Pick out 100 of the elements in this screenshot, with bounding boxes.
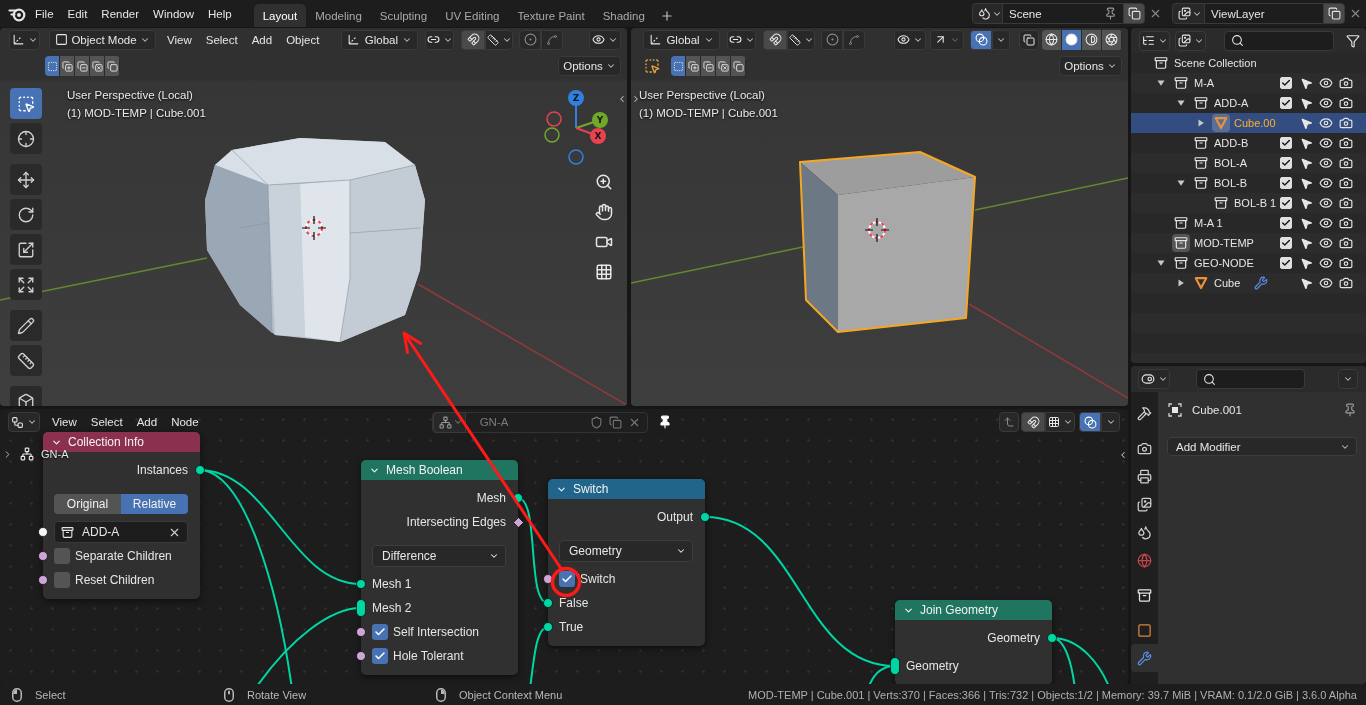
select-mode-button[interactable] <box>60 56 75 76</box>
workspace-tab[interactable]: Layout <box>253 4 307 27</box>
segment-button[interactable]: Relative <box>121 494 188 514</box>
outliner-row[interactable]: Scene Collection <box>1131 53 1366 73</box>
view-mode-button[interactable] <box>1175 30 1206 51</box>
shading-button[interactable] <box>1042 29 1062 50</box>
eye-icon[interactable] <box>1319 216 1333 230</box>
select-pointer-icon[interactable] <box>1299 256 1313 270</box>
select-pointer-icon[interactable] <box>1299 136 1313 150</box>
eye-icon[interactable] <box>1319 256 1333 270</box>
socket-dot-icon[interactable] <box>38 527 48 537</box>
camera-icon[interactable] <box>1339 96 1353 110</box>
select-mode-button[interactable] <box>701 56 716 76</box>
menu-item[interactable]: Edit <box>60 3 95 24</box>
view-layer-type-button[interactable] <box>1172 3 1205 24</box>
camera-icon[interactable] <box>1339 196 1354 210</box>
tool-button[interactable] <box>10 88 42 119</box>
socket-dot-icon[interactable] <box>356 579 366 589</box>
socket-diamond-icon[interactable] <box>512 516 524 528</box>
camera-icon[interactable] <box>1339 116 1353 130</box>
options-dropdown[interactable]: Options <box>558 56 621 76</box>
menu-item[interactable]: Node <box>164 412 206 432</box>
select-mode-button[interactable] <box>105 56 120 76</box>
menu-item[interactable]: Select <box>83 412 130 432</box>
orientation-dropdown[interactable]: Global <box>341 29 419 50</box>
workspace-tab[interactable]: Sculpting <box>370 4 437 27</box>
select-mode-button[interactable] <box>731 56 746 76</box>
snap-dropdown[interactable] <box>485 29 514 50</box>
falloff-dropdown[interactable] <box>541 29 564 50</box>
overlays-toggle[interactable] <box>970 29 992 50</box>
outliner-row[interactable]: ADD-A <box>1131 93 1366 113</box>
shading-button[interactable] <box>1062 29 1082 50</box>
falloff-dropdown[interactable] <box>843 29 865 50</box>
outliner-row[interactable]: MOD-TEMP <box>1131 233 1366 253</box>
tool-button[interactable] <box>10 269 42 300</box>
select-pointer-icon[interactable] <box>1299 176 1313 190</box>
node-card[interactable]: Join Geometry Geometry Geometry <box>895 600 1052 684</box>
socket-pill-icon[interactable] <box>890 657 900 675</box>
camera-icon[interactable] <box>1339 276 1353 290</box>
select-pointer-icon[interactable] <box>1299 276 1313 290</box>
axis-handle[interactable]: Z <box>568 90 584 129</box>
menu-item[interactable]: Help <box>201 3 239 24</box>
eye-icon[interactable] <box>1319 156 1333 170</box>
outliner-row[interactable]: GEO-NODE <box>1131 253 1366 273</box>
outliner-row[interactable]: Cube.00 <box>1131 113 1366 133</box>
collection-field[interactable]: ADD-A <box>54 521 188 543</box>
socket-pill-icon[interactable] <box>356 599 366 617</box>
socket-dot-icon[interactable] <box>1047 633 1057 643</box>
duplicate-button[interactable] <box>1123 3 1145 24</box>
outliner-row[interactable]: BOL-A <box>1131 153 1366 173</box>
shading-button[interactable] <box>1082 29 1102 50</box>
socket-dot-icon[interactable] <box>543 598 553 608</box>
select-mode-button[interactable] <box>75 56 90 76</box>
dropdown[interactable]: Difference <box>372 545 506 567</box>
hand-icon[interactable] <box>595 203 613 221</box>
camera-icon[interactable] <box>1339 236 1353 250</box>
axis-handle[interactable] <box>546 111 562 127</box>
chevron-left-icon[interactable] <box>617 94 627 104</box>
select-pointer-icon[interactable] <box>1299 76 1313 90</box>
outliner-row[interactable]: BOL-B 1 <box>1131 193 1366 213</box>
grid-icon[interactable] <box>595 263 613 281</box>
visibility-checkbox[interactable] <box>1280 157 1292 169</box>
plus-icon[interactable] <box>659 8 674 23</box>
menu-item[interactable]: Object <box>279 29 327 50</box>
snap-toggle[interactable] <box>461 29 486 50</box>
socket-dot-icon[interactable] <box>513 493 523 503</box>
socket-dot-icon[interactable] <box>700 512 710 522</box>
node-card[interactable]: Mesh Boolean Mesh Intersecting Edges Difference Mesh 1 Mesh 2 Self Intersection Hole Tolerant <box>361 460 518 675</box>
outliner-row[interactable]: M-A 1 <box>1131 213 1366 233</box>
select-mode-button[interactable] <box>716 56 731 76</box>
pin-icon[interactable] <box>1104 7 1117 20</box>
shading-button[interactable] <box>1102 29 1122 50</box>
select-box-icon[interactable] <box>644 58 660 74</box>
add-modifier-dropdown[interactable]: Add Modifier <box>1167 437 1357 456</box>
mode-dropdown[interactable]: Object Mode <box>49 29 156 50</box>
visibility-checkbox[interactable] <box>1280 97 1292 109</box>
checkbox[interactable] <box>54 572 70 588</box>
pivot-dropdown[interactable] <box>425 29 455 50</box>
select-pointer-icon[interactable] <box>1299 236 1313 250</box>
outliner-row[interactable]: M-A <box>1131 73 1366 93</box>
scene-type-button[interactable] <box>972 3 1003 24</box>
disclosure-triangle-icon[interactable] <box>1157 259 1165 267</box>
pin-icon[interactable] <box>657 415 672 429</box>
visibility-checkbox[interactable] <box>1280 217 1292 229</box>
tool-button[interactable] <box>10 199 42 230</box>
checkbox[interactable] <box>372 624 388 640</box>
proportional-toggle[interactable] <box>821 29 843 50</box>
select-pointer-icon[interactable] <box>1299 196 1313 210</box>
checkbox[interactable] <box>372 648 388 664</box>
proportional-toggle[interactable] <box>519 29 542 50</box>
select-pointer-icon[interactable] <box>1299 156 1313 170</box>
menu-item[interactable]: Add <box>244 29 280 50</box>
outliner-row[interactable]: BOL-B <box>1131 173 1366 193</box>
disclosure-triangle-icon[interactable] <box>1177 99 1185 107</box>
select-mode-button[interactable] <box>686 56 701 76</box>
socket-dot-icon[interactable] <box>38 551 48 561</box>
viewport[interactable]: Object Mode View Select Add Object Global Options User Perspective (Local) (1) MOD-TEMP | Cube.001 Z Y X <box>0 28 627 406</box>
select-mode-button[interactable] <box>45 56 60 76</box>
visibility-checkbox[interactable] <box>1280 197 1293 209</box>
xray-toggle[interactable] <box>1019 29 1039 50</box>
